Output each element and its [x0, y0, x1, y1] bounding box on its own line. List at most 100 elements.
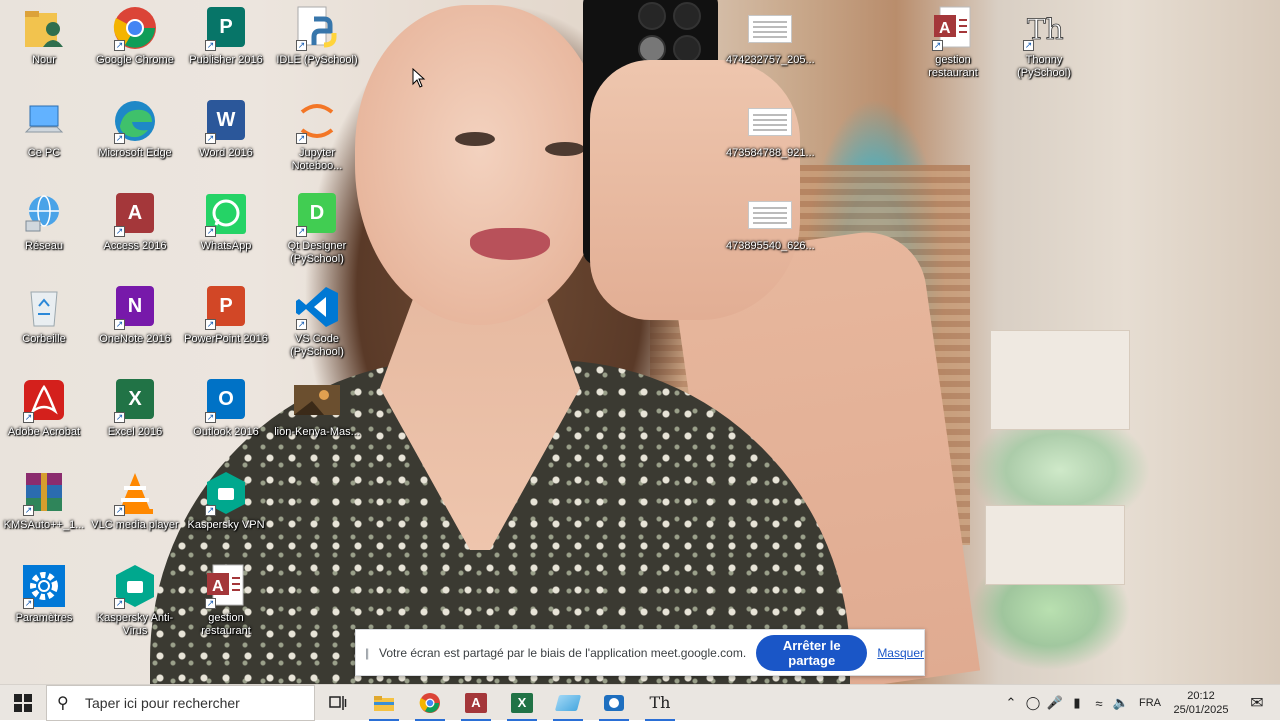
desktop-icon-label: Kaspersky Anti-Virus [96, 612, 174, 637]
file-explorer-taskbar-button[interactable] [361, 685, 407, 721]
desktop-icon[interactable]: A ↗ Access 2016 [91, 191, 179, 253]
desktop-icon-label: Nour [32, 54, 56, 66]
chevron-up-icon[interactable]: ⌃ [1000, 695, 1022, 711]
desktop-icon[interactable]: ↗ Google Chrome [91, 5, 179, 67]
desktop-icon[interactable]: 473584788_921... [726, 98, 815, 160]
desktop-icon[interactable]: Réseau [0, 191, 88, 253]
desktop-icon-label: 473895540_626... [726, 240, 815, 252]
desktop-icon[interactable]: X ↗ Excel 2016 [91, 377, 179, 439]
shortcut-arrow-icon: ↗ [205, 412, 216, 423]
battery-icon[interactable]: ▮ [1066, 695, 1088, 711]
shortcut-arrow-icon: ↗ [296, 226, 307, 237]
desktop-icon-label: PowerPoint 2016 [184, 333, 268, 345]
chrome-icon [419, 692, 440, 713]
shortcut-arrow-icon: ↗ [205, 505, 216, 516]
azure-data-taskbar-button[interactable] [545, 685, 591, 721]
desktop-icon-label: Google Chrome [96, 54, 174, 66]
screen-capture-taskbar-button[interactable] [591, 685, 637, 721]
settings-gear-icon: ↗ [21, 563, 67, 609]
excel-taskbar-button[interactable]: X [499, 685, 545, 721]
desktop-icon-label: Réseau [25, 240, 63, 252]
wifi-icon[interactable]: ≈ [1088, 696, 1110, 711]
desktop-icon-label: VLC media player [91, 519, 179, 531]
stop-sharing-button[interactable]: Arrêter le partage [756, 634, 868, 671]
desktop-icon-label: 473584788_921... [726, 147, 815, 159]
computer-icon [21, 98, 67, 144]
wallpaper-shelf [990, 330, 1130, 430]
shortcut-arrow-icon: ↗ [114, 505, 125, 516]
whatsapp-icon: ↗ [203, 191, 249, 237]
input-language[interactable]: FRA [1132, 697, 1168, 709]
access-taskbar-button[interactable]: A [453, 685, 499, 721]
desktop-icon[interactable]: N ↗ OneNote 2016 [91, 284, 179, 346]
desktop-icon[interactable]: ↗ Kaspersky Anti-Virus [91, 563, 179, 638]
drag-handle-icon[interactable]: || [365, 646, 371, 660]
desktop-icon[interactable]: W ↗ Word 2016 [182, 98, 270, 160]
desktop-icon[interactable]: ↗ VLC media player [91, 470, 179, 532]
qt-designer-icon: D ↗ [294, 191, 340, 237]
system-tray: ⌃ ◯ 🎤 ▮ ≈ 🔈 FRA 20:12 25/01/2025 ✉ [1000, 685, 1280, 721]
acrobat-icon: ↗ [21, 377, 67, 423]
desktop-icon-label: KMSAuto++_1... [3, 519, 85, 531]
taskbar-search-box[interactable]: ⚲ Taper ici pour rechercher [46, 684, 315, 721]
system-clock[interactable]: 20:12 25/01/2025 [1168, 689, 1234, 717]
taskbar: ⚲ Taper ici pour rechercher A X Th ⌃ ◯ 🎤… [0, 684, 1280, 721]
task-view-button[interactable] [315, 685, 361, 721]
desktop-icon[interactable]: 473895540_626... [726, 191, 815, 253]
vlc-icon: ↗ [112, 470, 158, 516]
screen-share-notification: || Votre écran est partagé par le biais … [355, 629, 925, 676]
document-thumbnail-icon [747, 191, 793, 237]
desktop-icon[interactable]: ↗ Microsoft Edge [91, 98, 179, 160]
microphone-icon[interactable]: 🎤 [1044, 695, 1066, 711]
onenote-icon: N ↗ [112, 284, 158, 330]
meet-sharing-icon[interactable]: ◯ [1022, 695, 1044, 711]
desktop-icon[interactable]: P ↗ Publisher 2016 [182, 5, 270, 67]
desktop-icon[interactable]: P ↗ PowerPoint 2016 [182, 284, 270, 346]
wallpaper-person-lips [470, 228, 550, 260]
access-icon: A ↗ [112, 191, 158, 237]
chrome-icon: ↗ [112, 5, 158, 51]
desktop-icon[interactable]: ↗ Adobe Acrobat [0, 377, 88, 439]
desktop-icon-label: Word 2016 [199, 147, 253, 159]
volume-icon[interactable]: 🔈 [1110, 695, 1132, 711]
desktop-icon[interactable]: ↗ KMSAuto++_1... [0, 470, 88, 532]
desktop-icon-label: Kaspersky VPN [187, 519, 265, 531]
desktop-icon[interactable]: Ce PC [0, 98, 88, 160]
shortcut-arrow-icon: ↗ [114, 412, 125, 423]
desktop-icon[interactable]: ↗ IDLE (PySchool) [273, 5, 361, 67]
network-icon [21, 191, 67, 237]
access-icon: A [465, 692, 487, 713]
desktop-icon[interactable]: ↗ Paramètres [0, 563, 88, 625]
shortcut-arrow-icon: ↗ [114, 598, 125, 609]
desktop-icon[interactable]: Th ↗ Thonny (PySchool) [1000, 5, 1088, 80]
desktop-icon[interactable]: Nour [0, 5, 88, 67]
desktop-icon[interactable]: ↗ Jupyter Noteboo... [273, 98, 361, 173]
excel-icon: X ↗ [112, 377, 158, 423]
desktop-icon[interactable]: Corbeille [0, 284, 88, 346]
desktop-icon-label: Ce PC [27, 147, 61, 159]
desktop-icon[interactable]: ↗ WhatsApp [182, 191, 270, 253]
desktop-icon[interactable]: D ↗ Qt Designer (PySchool) [273, 191, 361, 266]
thonny-taskbar-button[interactable]: Th [637, 685, 683, 721]
notification-center-icon[interactable]: ✉ [1234, 693, 1280, 713]
desktop-icon-label: Corbeille [22, 333, 66, 345]
desktop-icon[interactable]: O ↗ Outlook 2016 [182, 377, 270, 439]
desktop-icon[interactable]: lion-Kenya-Mas... [273, 377, 361, 439]
desktop-icon[interactable]: 474232757_205... [726, 5, 815, 67]
chrome-taskbar-button[interactable] [407, 685, 453, 721]
kaspersky-antivirus-icon: ↗ [112, 563, 158, 609]
word-icon: W ↗ [203, 98, 249, 144]
desktop-icon[interactable]: A ↗ gestion restaurant [182, 563, 270, 638]
hide-share-bar-link[interactable]: Masquer [877, 646, 924, 660]
edge-icon: ↗ [112, 98, 158, 144]
vscode-icon: ↗ [294, 284, 340, 330]
desktop-icon[interactable]: ↗ VS Code (PySchool) [273, 284, 361, 359]
desktop-icon[interactable]: A ↗ gestion restaurant [909, 5, 997, 80]
winrar-icon: ↗ [21, 470, 67, 516]
desktop-icon[interactable]: ↗ Kaspersky VPN [182, 470, 270, 532]
desktop-icon-label: OneNote 2016 [99, 333, 171, 345]
shortcut-arrow-icon: ↗ [114, 133, 125, 144]
start-button[interactable] [0, 685, 46, 721]
shortcut-arrow-icon: ↗ [932, 40, 943, 51]
shortcut-arrow-icon: ↗ [23, 412, 34, 423]
